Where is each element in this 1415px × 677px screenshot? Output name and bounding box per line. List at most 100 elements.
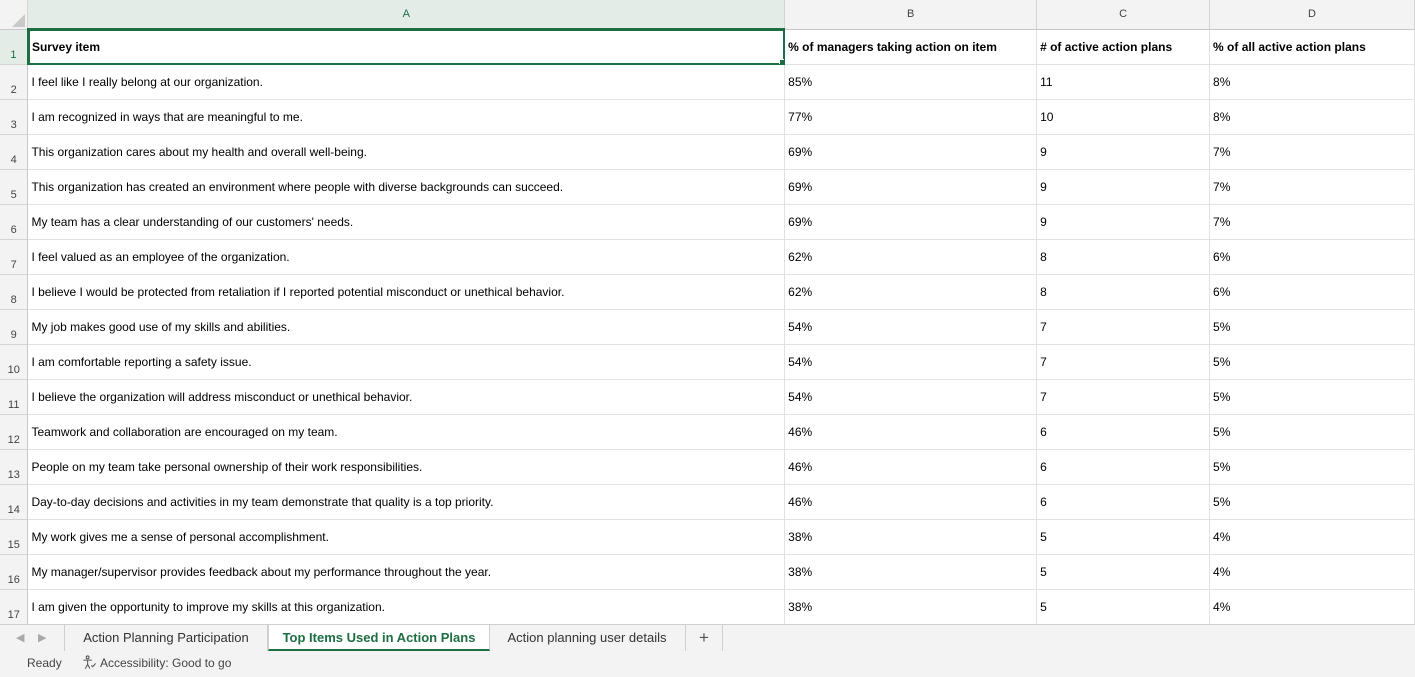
cell-pct-managers[interactable]: 69% xyxy=(784,134,1038,170)
cell-pct-managers[interactable]: 38% xyxy=(784,589,1038,624)
cell-pct-all-plans[interactable]: 7% xyxy=(1209,204,1415,240)
cell-pct-all-plans[interactable]: 5% xyxy=(1209,449,1415,485)
cell-active-plans[interactable]: 7 xyxy=(1036,379,1211,415)
cell-pct-managers[interactable]: 62% xyxy=(784,274,1038,310)
cell-survey-item[interactable]: This organization cares about my health … xyxy=(27,134,786,170)
cell-survey-item[interactable]: I am comfortable reporting a safety issu… xyxy=(27,344,786,380)
cell-pct-all-plans[interactable]: 7% xyxy=(1209,169,1415,205)
cell-survey-item[interactable]: Day-to-day decisions and activities in m… xyxy=(27,484,786,520)
cell-active-plans[interactable]: 6 xyxy=(1036,449,1211,485)
row-header[interactable]: 13 xyxy=(0,449,29,485)
row-header[interactable]: 16 xyxy=(0,554,29,590)
cell-pct-managers[interactable]: 46% xyxy=(784,449,1038,485)
tab-action-planning-user-details[interactable]: Action planning user details xyxy=(489,625,686,651)
row-header[interactable]: 6 xyxy=(0,204,29,240)
cell-pct-all-plans[interactable]: 7% xyxy=(1209,134,1415,170)
cell-pct-managers[interactable]: 38% xyxy=(784,554,1038,590)
cell-pct-managers[interactable]: 62% xyxy=(784,239,1038,275)
next-sheet-icon[interactable]: ▶ xyxy=(38,631,46,644)
add-sheet-button[interactable]: + xyxy=(686,625,723,651)
cell-active-plans[interactable]: 9 xyxy=(1036,204,1211,240)
row-header[interactable]: 7 xyxy=(0,239,29,275)
cell-active-plans[interactable]: 9 xyxy=(1036,134,1211,170)
cell-active-plans[interactable]: 7 xyxy=(1036,309,1211,345)
row-header[interactable]: 9 xyxy=(0,309,29,345)
cell-survey-item[interactable]: Teamwork and collaboration are encourage… xyxy=(27,414,786,450)
cell-pct-all-plans[interactable]: 4% xyxy=(1209,519,1415,555)
cell-pct-all-plans[interactable]: 5% xyxy=(1209,344,1415,380)
cell-active-plans[interactable]: 6 xyxy=(1036,484,1211,520)
cell-pct-managers[interactable]: 54% xyxy=(784,344,1038,380)
cell-pct-all-plans[interactable]: 6% xyxy=(1209,274,1415,310)
cell-active-plans[interactable]: 6 xyxy=(1036,414,1211,450)
table-row: 8I believe I would be protected from ret… xyxy=(0,274,1415,310)
select-all-corner[interactable] xyxy=(0,0,29,30)
spreadsheet-grid[interactable]: A B C D 1 Survey item % of managers taki… xyxy=(0,0,1415,624)
cell-active-plans[interactable]: 8 xyxy=(1036,239,1211,275)
cell-c1[interactable]: # of active action plans xyxy=(1036,29,1211,65)
cell-survey-item[interactable]: I believe I would be protected from reta… xyxy=(27,274,786,310)
column-header-c[interactable]: C xyxy=(1036,0,1211,30)
cell-pct-managers[interactable]: 77% xyxy=(784,99,1038,135)
tab-action-planning-participation[interactable]: Action Planning Participation xyxy=(64,625,268,651)
cell-active-plans[interactable]: 10 xyxy=(1036,99,1211,135)
cell-b1[interactable]: % of managers taking action on item xyxy=(784,29,1038,65)
cell-active-plans[interactable]: 11 xyxy=(1036,64,1211,100)
row-header[interactable]: 1 xyxy=(0,29,29,65)
cell-pct-managers[interactable]: 46% xyxy=(784,484,1038,520)
row-header[interactable]: 15 xyxy=(0,519,29,555)
cell-pct-managers[interactable]: 54% xyxy=(784,309,1038,345)
cell-survey-item[interactable]: I believe the organization will address … xyxy=(27,379,786,415)
cell-pct-all-plans[interactable]: 5% xyxy=(1209,484,1415,520)
accessibility-status[interactable]: Accessibility: Good to go xyxy=(82,655,231,670)
cell-pct-all-plans[interactable]: 8% xyxy=(1209,99,1415,135)
cell-pct-all-plans[interactable]: 8% xyxy=(1209,64,1415,100)
cell-a1-survey-item[interactable]: Survey item xyxy=(27,29,786,65)
cell-pct-all-plans[interactable]: 4% xyxy=(1209,554,1415,590)
cell-survey-item[interactable]: People on my team take personal ownershi… xyxy=(27,449,786,485)
cell-survey-item[interactable]: My team has a clear understanding of our… xyxy=(27,204,786,240)
prev-sheet-icon[interactable]: ◀ xyxy=(16,631,24,644)
cell-pct-managers[interactable]: 85% xyxy=(784,64,1038,100)
row-header[interactable]: 10 xyxy=(0,344,29,380)
cell-pct-all-plans[interactable]: 4% xyxy=(1209,589,1415,624)
cell-active-plans[interactable]: 9 xyxy=(1036,169,1211,205)
cell-pct-managers[interactable]: 46% xyxy=(784,414,1038,450)
row-header[interactable]: 4 xyxy=(0,134,29,170)
cell-survey-item[interactable]: My manager/supervisor provides feedback … xyxy=(27,554,786,590)
cell-active-plans[interactable]: 5 xyxy=(1036,554,1211,590)
row-header[interactable]: 3 xyxy=(0,99,29,135)
row-header[interactable]: 14 xyxy=(0,484,29,520)
cell-survey-item[interactable]: I am given the opportunity to improve my… xyxy=(27,589,786,624)
cell-survey-item[interactable]: I feel like I really belong at our organ… xyxy=(27,64,786,100)
cell-survey-item[interactable]: My job makes good use of my skills and a… xyxy=(27,309,786,345)
cell-active-plans[interactable]: 7 xyxy=(1036,344,1211,380)
cell-d1[interactable]: % of all active action plans xyxy=(1209,29,1415,65)
row-header[interactable]: 12 xyxy=(0,414,29,450)
cell-survey-item[interactable]: This organization has created an environ… xyxy=(27,169,786,205)
column-header-a[interactable]: A xyxy=(27,0,786,30)
cell-active-plans[interactable]: 5 xyxy=(1036,519,1211,555)
cell-active-plans[interactable]: 8 xyxy=(1036,274,1211,310)
tab-top-items-used-in-action-plans[interactable]: Top Items Used in Action Plans xyxy=(268,625,490,651)
column-header-d[interactable]: D xyxy=(1209,0,1415,30)
cell-survey-item[interactable]: My work gives me a sense of personal acc… xyxy=(27,519,786,555)
cell-pct-managers[interactable]: 69% xyxy=(784,204,1038,240)
cell-active-plans[interactable]: 5 xyxy=(1036,589,1211,624)
column-header-b[interactable]: B xyxy=(784,0,1038,30)
cell-pct-all-plans[interactable]: 6% xyxy=(1209,239,1415,275)
cell-survey-item[interactable]: I am recognized in ways that are meaning… xyxy=(27,99,786,135)
row-header[interactable]: 2 xyxy=(0,64,29,100)
cell-survey-item[interactable]: I feel valued as an employee of the orga… xyxy=(27,239,786,275)
row-header[interactable]: 17 xyxy=(0,589,29,624)
cell-pct-all-plans[interactable]: 5% xyxy=(1209,414,1415,450)
cell-pct-all-plans[interactable]: 5% xyxy=(1209,379,1415,415)
table-row: 5 This organization has created an enviro… xyxy=(0,169,1415,205)
row-header[interactable]: 8 xyxy=(0,274,29,310)
cell-pct-all-plans[interactable]: 5% xyxy=(1209,309,1415,345)
cell-pct-managers[interactable]: 69% xyxy=(784,169,1038,205)
row-header[interactable]: 5 xyxy=(0,169,29,205)
row-header[interactable]: 11 xyxy=(0,379,29,415)
cell-pct-managers[interactable]: 54% xyxy=(784,379,1038,415)
cell-pct-managers[interactable]: 38% xyxy=(784,519,1038,555)
